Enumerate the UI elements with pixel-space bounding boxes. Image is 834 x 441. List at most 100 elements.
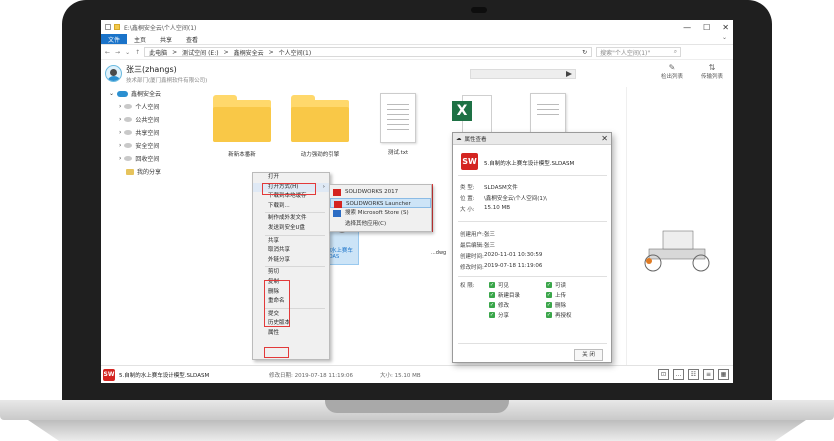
transfer-list-label: 传输列表	[700, 74, 723, 80]
breadcrumb-sep: >	[268, 48, 274, 56]
file-tile[interactable]: 动力强劲的引擎	[289, 95, 351, 158]
file-name: 新新本番新	[228, 152, 256, 158]
close-dialog-button[interactable]: 关 闭	[574, 349, 603, 361]
tree-item-personal[interactable]: › 个人空间	[101, 100, 197, 113]
forward-arrow-icon[interactable]: →	[115, 49, 120, 56]
menu-divider	[265, 212, 325, 214]
tree-item-recycle[interactable]: › 回收空间	[101, 152, 197, 165]
laptop-foot	[28, 420, 806, 441]
perm-delete[interactable]: ✓ 删除	[546, 301, 566, 309]
grid-view-icon[interactable]: ▦	[718, 369, 729, 380]
checkout-list-label: 检出列表	[660, 74, 683, 80]
folder-icon[interactable]	[114, 24, 120, 30]
comment-icon[interactable]: …	[673, 369, 684, 380]
nav-buttons: ← → ⌄ ↑	[105, 49, 140, 56]
avatar[interactable]	[105, 65, 122, 82]
expand-arrow-icon[interactable]: ›	[119, 103, 121, 110]
expand-arrow-icon[interactable]: ›	[119, 116, 121, 123]
breadcrumb-item[interactable]: 此电脑	[149, 48, 167, 57]
submenu-item-label: SOLIDWORKS Launcher	[346, 200, 411, 207]
tab-share[interactable]: 共享	[153, 34, 179, 44]
perm-view[interactable]: ✓ 可见	[489, 281, 509, 289]
preview-toggle-icon[interactable]: ⊡	[658, 369, 669, 380]
ribbon-tabs: 文件 主页 共享 查看 ⌄	[101, 34, 733, 45]
menu-divider	[265, 266, 325, 268]
up-arrow-icon[interactable]: ↑	[135, 49, 140, 56]
drive-icon	[124, 143, 133, 148]
menu-item-link-share[interactable]: 外链分享	[253, 256, 329, 266]
back-arrow-icon[interactable]: ←	[105, 49, 110, 56]
expand-arrow-icon[interactable]: ›	[119, 129, 121, 136]
refresh-icon[interactable]: ↻	[582, 49, 587, 56]
expand-arrow-icon[interactable]: ›	[119, 155, 121, 162]
checkbox-checked-icon: ✓	[489, 302, 495, 308]
breadcrumb-item[interactable]: 测试空间 (E:)	[182, 48, 218, 57]
breadcrumb-item[interactable]: 个人空间(1)	[279, 48, 312, 57]
tree-item-my-shares[interactable]: 我的分享	[101, 165, 197, 178]
submenu-item-label: 搜索 Microsoft Store (S)	[345, 210, 409, 216]
perm-upload[interactable]: ✓ 上传	[546, 291, 566, 299]
menu-item-send-usb[interactable]: 发送到安全U盘	[253, 224, 329, 234]
recent-chevron-icon[interactable]: ⌄	[125, 49, 130, 56]
breadcrumb-item[interactable]: 鑫桐安全云	[234, 48, 264, 57]
tree-root[interactable]: ⌄ 鑫桐安全云	[101, 87, 197, 100]
transfer-list-button[interactable]: ⇅ 传输列表	[692, 63, 732, 80]
close-icon[interactable]: ✕	[601, 134, 608, 143]
cloud-search-input[interactable]	[470, 69, 576, 79]
tree-item-label: 共享空间	[135, 130, 160, 137]
nav-tree: ⌄ 鑫桐安全云 › 个人空间 › 公共空间 › 共享空间 › 安全空间 › 回收…	[101, 87, 197, 365]
solidworks-icon: SW	[103, 368, 115, 381]
divider	[458, 175, 607, 176]
checkbox-checked-icon: ✓	[546, 282, 552, 288]
menu-item-properties[interactable]: 属性	[253, 329, 329, 339]
folder-icon	[291, 95, 349, 142]
perm-modify[interactable]: ✓ 修改	[489, 301, 509, 309]
checkout-list-button[interactable]: ✎ 检出列表	[652, 63, 692, 80]
perm-regrant[interactable]: ✓ 再授权	[546, 311, 572, 319]
submenu-item-choose-app[interactable]: 选择其他应用(C)	[330, 219, 431, 230]
breadcrumb[interactable]: 此电脑 > 测试空间 (E:) > 鑫桐安全云 > 个人空间(1) ↻	[144, 47, 593, 57]
submenu-item-solidworks-launcher[interactable]: SOLIDWORKS Launcher	[330, 197, 431, 208]
maximize-button[interactable]: ☐	[703, 23, 710, 32]
perm-read[interactable]: ✓ 可读	[546, 281, 566, 289]
file-name: 动力强劲的引擎	[300, 152, 340, 158]
divider	[458, 343, 607, 344]
tree-item-shared[interactable]: › 共享空间	[101, 126, 197, 139]
menu-item-cut[interactable]: 剪切	[253, 268, 329, 278]
file-icon[interactable]	[105, 24, 111, 30]
search-input[interactable]: 搜索"个人空间(1)" ⌕	[596, 47, 682, 57]
menu-item-download-to[interactable]: 下载到...	[253, 202, 329, 212]
tree-item-secure[interactable]: › 安全空间	[101, 139, 197, 152]
tree-item-public[interactable]: › 公共空间	[101, 113, 197, 126]
file-tile[interactable]: 新新本番新	[211, 95, 273, 158]
prop-row-type: 类 型: SLDASM文件	[460, 185, 518, 191]
submenu-item-store[interactable]: 搜索 Microsoft Store (S)	[330, 208, 431, 219]
expand-arrow-icon[interactable]: ›	[119, 142, 121, 149]
menu-item-share[interactable]: 共享	[253, 237, 329, 247]
drive-icon	[124, 117, 133, 122]
divider	[458, 276, 607, 277]
submenu-item-solidworks[interactable]: SOLIDWORKS 2017	[330, 187, 431, 198]
chevron-down-icon[interactable]: ⌄	[716, 34, 733, 44]
file-tile[interactable]: 测试.txt	[367, 93, 429, 156]
close-button[interactable]: ✕	[722, 23, 729, 32]
transfer-icon: ⇅	[708, 63, 716, 72]
perm-mkdir[interactable]: ✓ 新建目录	[489, 291, 520, 299]
highlight-edit-group	[264, 280, 290, 327]
minimize-button[interactable]: —	[683, 23, 691, 32]
tab-view[interactable]: 查看	[179, 34, 205, 44]
expand-arrow-icon[interactable]: ⌄	[109, 90, 114, 97]
menu-item-open[interactable]: 打开	[253, 173, 329, 183]
list-view-icon[interactable]: ≡	[703, 369, 714, 380]
menu-item-unshare[interactable]: 取消共享	[253, 246, 329, 256]
tab-home[interactable]: 主页	[127, 34, 153, 44]
tab-file[interactable]: 文件	[101, 34, 128, 44]
details-icon[interactable]: ☷	[688, 369, 699, 380]
cloud-icon	[117, 90, 129, 97]
divider	[458, 221, 607, 222]
search-go-icon[interactable]	[566, 71, 572, 77]
tree-root-label: 鑫桐安全云	[131, 91, 162, 98]
checkbox-checked-icon: ✓	[489, 282, 495, 288]
perm-share[interactable]: ✓ 分享	[489, 311, 509, 319]
menu-item-make-outgoing[interactable]: 制作成外发文件	[253, 214, 329, 224]
